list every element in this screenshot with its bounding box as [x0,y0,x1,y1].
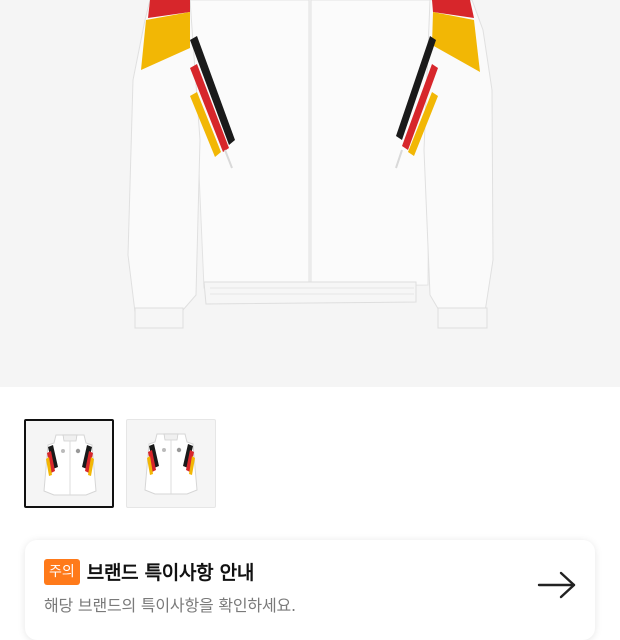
arrow-right-icon[interactable] [537,570,577,600]
notice-title: 브랜드 특이사항 안내 [86,562,255,584]
thumbnail-1[interactable] [24,419,114,508]
product-main-image[interactable] [0,0,620,387]
jacket-thumbnail-image [144,433,198,495]
thumbnail-strip [24,419,216,508]
brand-notice-card[interactable]: 주의 브랜드 특이사항 안내 해당 브랜드의 특이사항을 확인하세요. [25,540,595,640]
warning-badge: 주의 [44,558,80,585]
thumbnail-2[interactable] [126,419,216,508]
notice-header: 주의 브랜드 특이사항 안내 [44,558,254,585]
notice-subtitle: 해당 브랜드의 특이사항을 확인하세요. [44,596,296,615]
jacket-thumbnail-image [43,434,97,496]
jacket-illustration [127,0,494,329]
